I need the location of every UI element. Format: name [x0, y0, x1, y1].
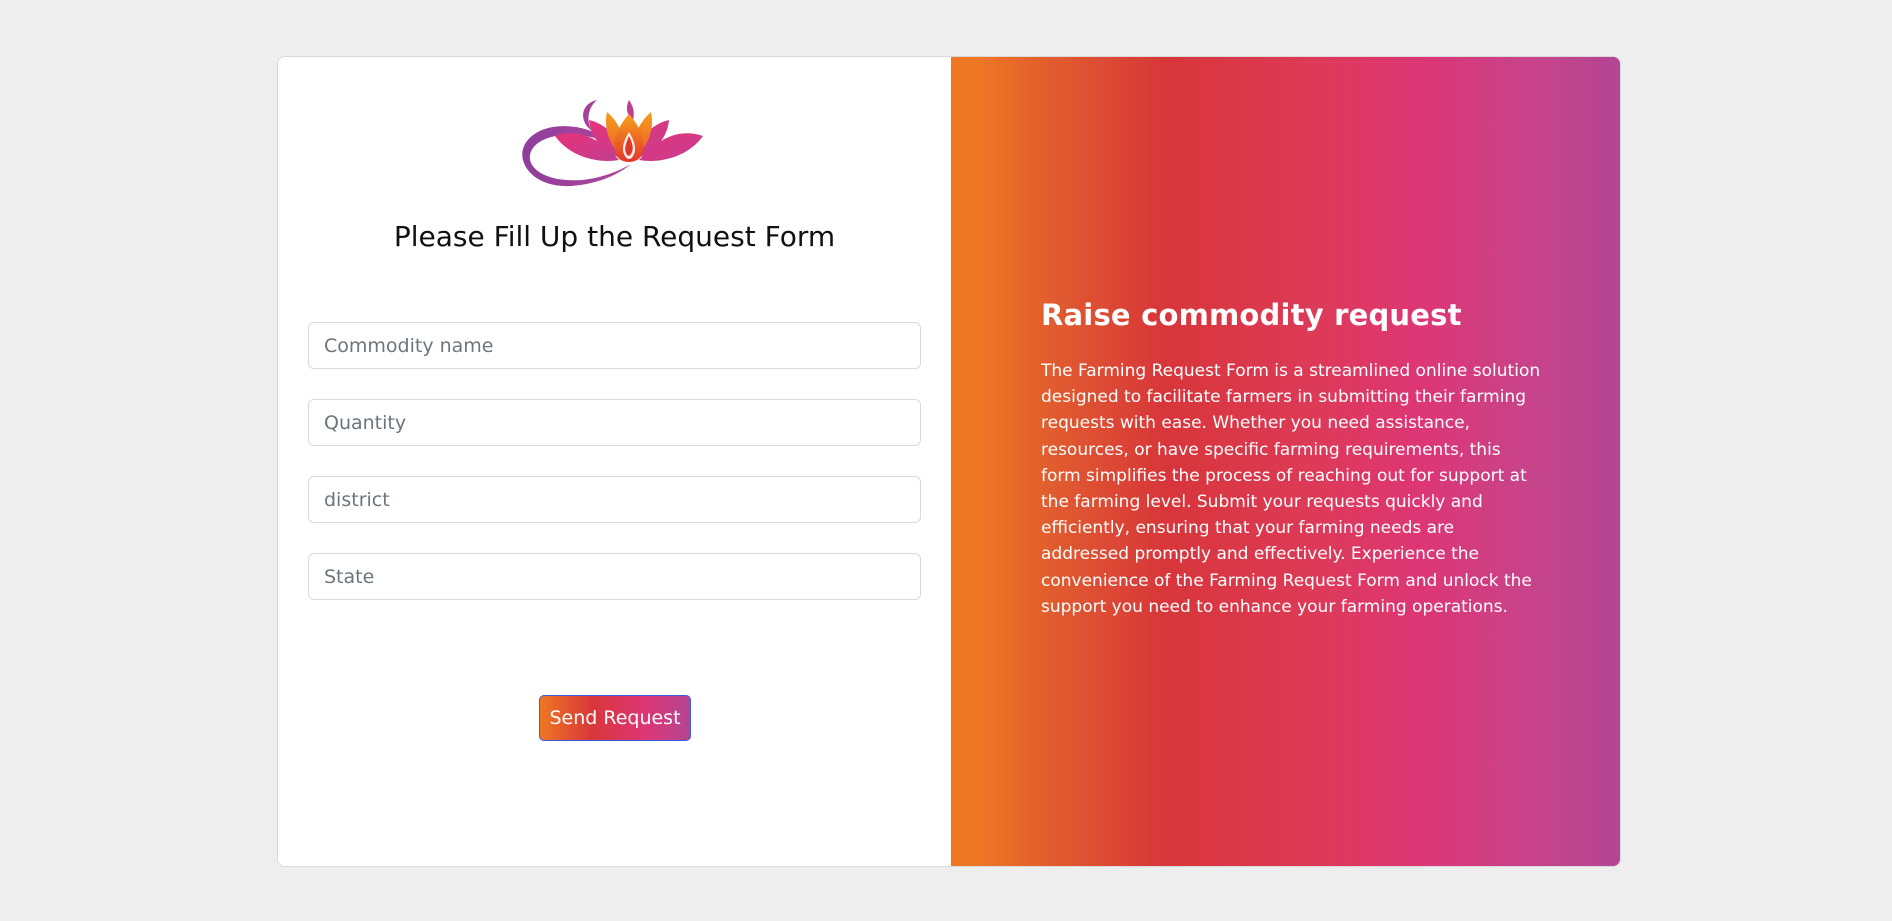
info-description: The Farming Request Form is a streamline…: [1041, 361, 1541, 617]
district-input[interactable]: [308, 476, 921, 523]
commodity-name-input[interactable]: [308, 322, 921, 369]
send-request-button[interactable]: Send Request: [539, 695, 691, 741]
form-panel: Please Fill Up the Request Form Send Req…: [278, 57, 951, 866]
info-content: Raise commodity request The Farming Requ…: [1041, 298, 1541, 620]
form-title: Please Fill Up the Request Form: [393, 220, 836, 253]
info-title: Raise commodity request: [1041, 298, 1462, 332]
quantity-input[interactable]: [308, 399, 921, 446]
lotus-logo-icon: [522, 100, 703, 187]
info-panel: Raise commodity request The Farming Requ…: [951, 57, 1620, 866]
state-input[interactable]: [308, 553, 921, 600]
request-card: Please Fill Up the Request Form Send Req…: [277, 56, 1621, 867]
